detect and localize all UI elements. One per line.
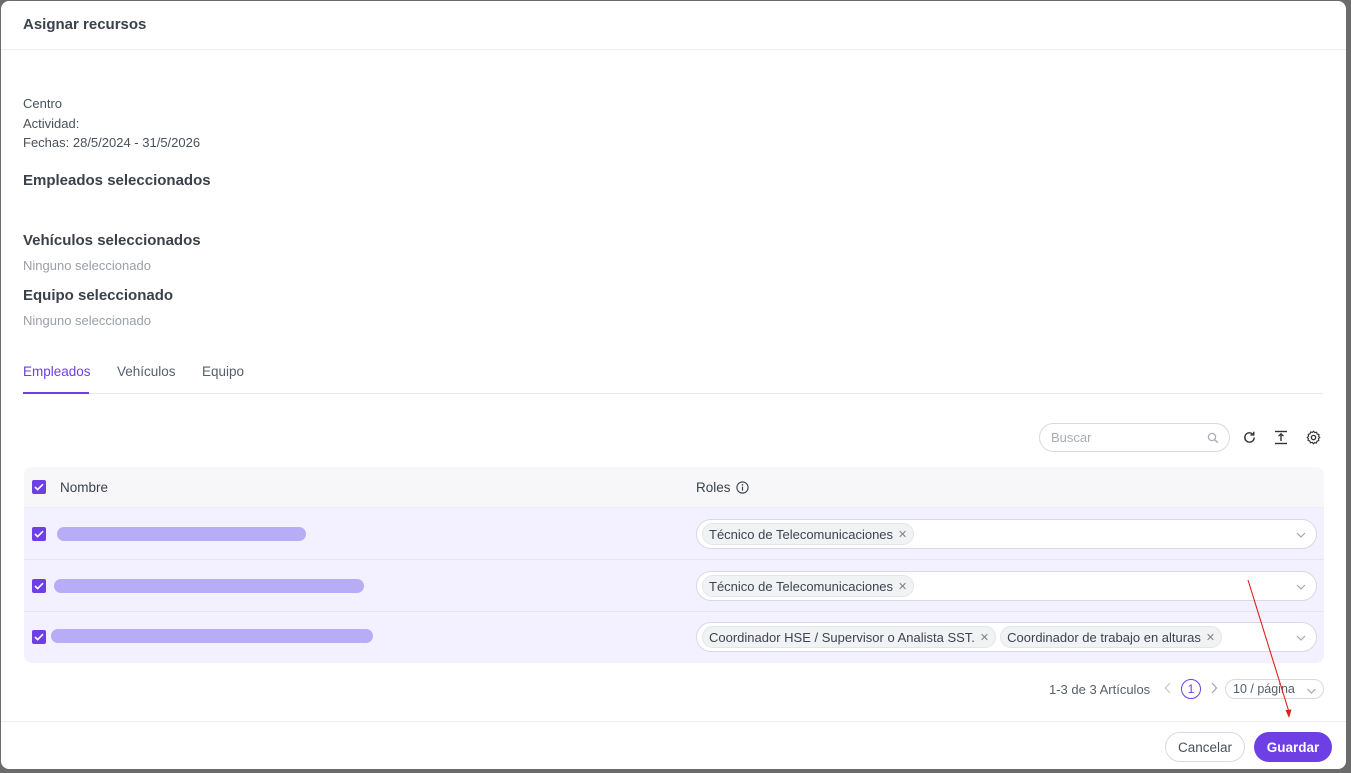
save-button[interactable]: Guardar <box>1254 732 1332 762</box>
chevron-right-icon[interactable] <box>1209 681 1219 698</box>
page-size-label: 10 / página <box>1233 682 1295 696</box>
role-tag: Técnico de Telecomunicaciones ✕ <box>702 575 915 597</box>
remove-tag-icon[interactable]: ✕ <box>1206 631 1215 644</box>
cancel-button[interactable]: Cancelar <box>1165 732 1245 762</box>
roles-select[interactable]: Técnico de Telecomunicaciones ✕ <box>696 519 1317 549</box>
remove-tag-icon[interactable]: ✕ <box>898 528 907 541</box>
settings-icon[interactable] <box>1304 428 1322 446</box>
modal-header: Asignar recursos <box>1 1 1346 50</box>
row-checkbox[interactable] <box>32 579 46 593</box>
redacted-employee-name <box>51 629 373 643</box>
activity-info: Centro Actividad: Fechas: 28/5/2024 - 31… <box>23 94 1324 153</box>
role-tag-label: Técnico de Telecomunicaciones <box>709 578 894 594</box>
role-tag: Coordinador HSE / Supervisor o Analista … <box>702 626 997 648</box>
modal-title: Asignar recursos <box>23 16 147 33</box>
column-header-roles-label: Roles <box>696 480 731 495</box>
info-fechas: Fechas: 28/5/2024 - 31/5/2026 <box>23 135 201 150</box>
redacted-employee-name <box>57 527 306 541</box>
selected-employees-title: Empleados seleccionados <box>23 171 211 189</box>
selected-equipment-title: Equipo seleccionado <box>23 286 174 304</box>
select-all-checkbox[interactable] <box>32 480 46 494</box>
chevron-down-icon <box>1306 685 1317 699</box>
row-checkbox[interactable] <box>32 527 46 541</box>
tab-vehiculos[interactable]: Vehículos <box>117 364 176 379</box>
selected-equipment-empty: Ninguno seleccionado <box>23 312 151 328</box>
chevron-down-icon[interactable] <box>1295 580 1307 598</box>
column-header-nombre[interactable]: Nombre <box>60 480 108 495</box>
remove-tag-icon[interactable]: ✕ <box>980 631 989 644</box>
table-row[interactable]: Técnico de Telecomunicaciones ✕ <box>24 508 1324 560</box>
role-tag-label: Técnico de Telecomunicaciones <box>709 526 894 542</box>
search-input[interactable] <box>1040 424 1190 451</box>
reload-icon[interactable] <box>1240 428 1258 446</box>
roles-select[interactable]: Técnico de Telecomunicaciones ✕ <box>696 571 1317 601</box>
table-header: Nombre Roles <box>24 467 1324 508</box>
active-tab-indicator <box>23 392 89 394</box>
chevron-left-icon[interactable] <box>1163 681 1173 698</box>
remove-tag-icon[interactable]: ✕ <box>898 580 907 593</box>
page-size-select[interactable]: 10 / página <box>1225 679 1324 699</box>
modal-footer: Cancelar Guardar <box>1 721 1346 769</box>
info-icon[interactable] <box>736 481 749 497</box>
chevron-down-icon[interactable] <box>1295 528 1307 546</box>
tab-empleados[interactable]: Empleados <box>23 364 91 379</box>
info-centro: Centro <box>23 96 63 111</box>
selected-vehicles-empty: Ninguno seleccionado <box>23 257 151 273</box>
pagination-total: 1-3 de 3 Artículos <box>1049 682 1151 697</box>
resource-tabs: Empleados Vehículos Equipo <box>23 359 1323 394</box>
column-height-icon[interactable] <box>1272 428 1290 446</box>
redacted-employee-name <box>54 579 364 593</box>
search-icon[interactable] <box>1207 431 1219 449</box>
chevron-down-icon[interactable] <box>1295 631 1307 649</box>
modal-body: Centro Actividad: Fechas: 28/5/2024 - 31… <box>1 94 1346 328</box>
page-1-button[interactable]: 1 <box>1181 679 1201 699</box>
row-checkbox[interactable] <box>32 630 46 644</box>
role-tag-label: Coordinador HSE / Supervisor o Analista … <box>709 629 975 645</box>
role-tag: Coordinador de trabajo en alturas ✕ <box>1000 626 1223 648</box>
column-header-roles: Roles <box>696 480 749 497</box>
assign-resources-modal: Asignar recursos Centro Actividad: Fecha… <box>1 1 1346 769</box>
selected-vehicles-title: Vehículos seleccionados <box>23 231 201 249</box>
role-tag: Técnico de Telecomunicaciones ✕ <box>702 523 915 545</box>
table-row[interactable]: Técnico de Telecomunicaciones ✕ <box>24 560 1324 612</box>
role-tag-label: Coordinador de trabajo en alturas <box>1007 629 1201 645</box>
info-actividad: Actividad: <box>23 115 80 131</box>
search-box <box>1039 423 1230 452</box>
tab-equipo[interactable]: Equipo <box>202 364 244 379</box>
employees-table: Nombre Roles Técnico de Telecomunicacion… <box>24 467 1324 663</box>
roles-select[interactable]: Coordinador HSE / Supervisor o Analista … <box>696 622 1317 652</box>
table-row[interactable]: Coordinador HSE / Supervisor o Analista … <box>24 612 1324 663</box>
